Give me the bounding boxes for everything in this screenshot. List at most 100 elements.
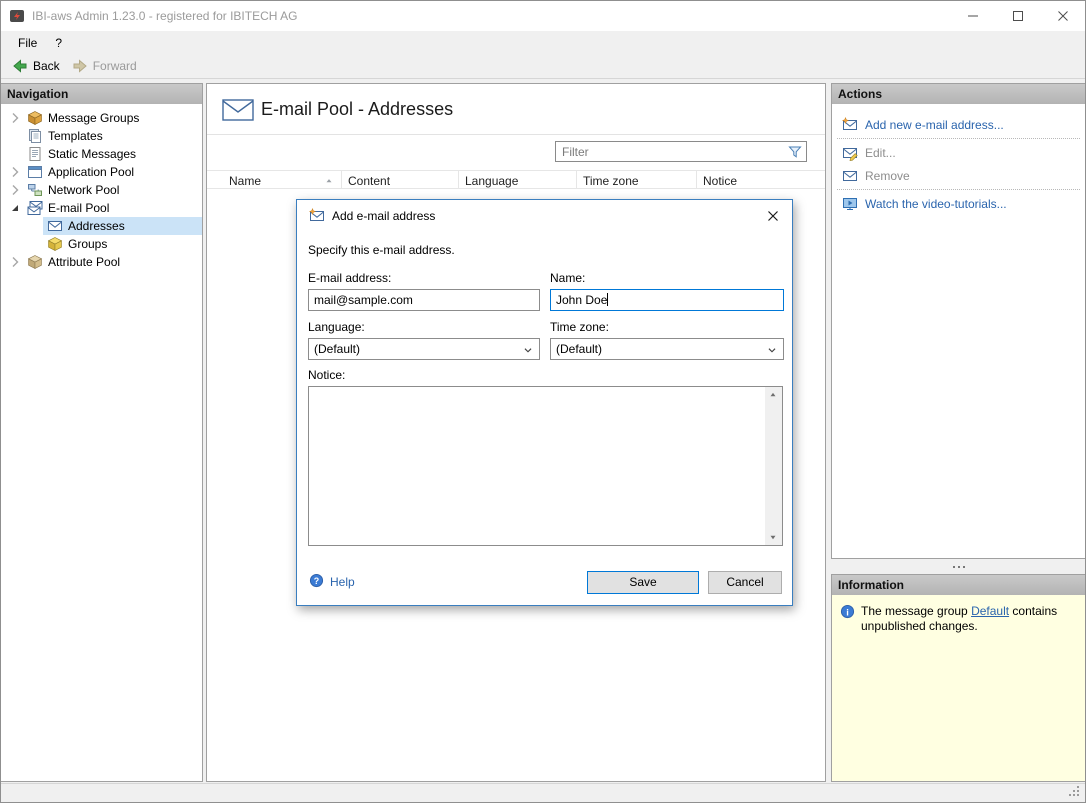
sort-ascending-icon <box>324 176 334 186</box>
chevron-right-icon[interactable] <box>7 164 23 180</box>
information-header: Information <box>832 575 1085 595</box>
window-title: IBI-aws Admin 1.23.0 - registered for IB… <box>32 9 298 23</box>
envelope-large-icon <box>222 97 256 126</box>
application-window-icon <box>27 164 43 180</box>
cube-tan-icon <box>27 254 43 270</box>
chevron-down-icon <box>765 343 779 357</box>
dialog-title: Add e-mail address <box>332 209 436 223</box>
tree-item-static-messages[interactable]: Static Messages <box>1 145 202 163</box>
scrollbar[interactable] <box>765 387 782 545</box>
chevron-down-icon[interactable] <box>7 200 23 216</box>
column-header-language[interactable]: Language <box>459 171 577 188</box>
minimize-button[interactable] <box>950 1 995 31</box>
text-caret <box>607 293 609 306</box>
default-message-group-link[interactable]: Default <box>971 604 1009 618</box>
selected-row-highlight: Addresses <box>43 217 202 235</box>
filter-funnel-icon[interactable] <box>787 144 803 160</box>
envelope-add-icon <box>842 117 858 133</box>
name-field[interactable]: John Doe <box>550 289 784 311</box>
actions-header: Actions <box>832 84 1085 104</box>
chevron-down-icon <box>521 343 535 357</box>
close-button[interactable] <box>1040 1 1085 31</box>
right-panel: Actions Add new e-mail address... Edit..… <box>831 83 1085 782</box>
cube-yellow-icon <box>47 236 63 252</box>
chevron-right-icon[interactable] <box>7 182 23 198</box>
page-title: E-mail Pool - Addresses <box>261 99 454 119</box>
tree-item-attribute-pool[interactable]: Attribute Pool <box>1 253 202 271</box>
scroll-up-icon[interactable] <box>768 390 778 400</box>
video-tutorial-icon <box>842 196 858 212</box>
notice-label: Notice: <box>308 368 346 382</box>
window-controls <box>950 1 1085 31</box>
name-label: Name: <box>550 271 586 285</box>
help-link[interactable]: Help <box>330 575 355 589</box>
add-email-address-dialog: Add e-mail address Specify this e-mail a… <box>296 199 793 606</box>
back-arrow-icon <box>12 58 28 74</box>
maximize-button[interactable] <box>995 1 1040 31</box>
scroll-down-icon[interactable] <box>768 532 778 542</box>
action-remove[interactable]: Remove <box>832 164 1085 187</box>
splitter-dots-icon <box>952 565 955 568</box>
menu-help[interactable]: ? <box>46 33 71 53</box>
chevron-right-icon[interactable] <box>7 254 23 270</box>
tree-item-application-pool[interactable]: Application Pool <box>1 163 202 181</box>
email-address-field[interactable]: mail@sample.com <box>308 289 540 311</box>
dialog-description: Specify this e-mail address. <box>308 243 455 257</box>
envelope-add-icon <box>309 208 325 224</box>
tree-item-addresses[interactable]: Addresses <box>1 217 202 235</box>
information-message: The message group Default contains unpub… <box>861 604 1058 633</box>
save-button[interactable]: Save <box>587 571 699 594</box>
column-header-name[interactable]: Name <box>207 171 342 188</box>
tree-item-templates[interactable]: Templates <box>1 127 202 145</box>
info-icon <box>840 604 855 619</box>
chevron-right-icon[interactable] <box>7 110 23 126</box>
title-bar: IBI-aws Admin 1.23.0 - registered for IB… <box>1 1 1085 31</box>
envelope-edit-icon <box>842 145 858 161</box>
filter-input[interactable] <box>556 142 806 161</box>
menu-file[interactable]: File <box>9 33 46 53</box>
navigation-tree: Message Groups Templates Static Messages <box>1 104 202 271</box>
notice-textarea[interactable] <box>308 386 783 546</box>
help-icon <box>309 573 324 591</box>
table-header: Name Content Language Time zone Notice <box>207 170 825 189</box>
action-edit[interactable]: Edit... <box>832 141 1085 164</box>
forward-button[interactable]: Forward <box>68 56 145 76</box>
tree-item-network-pool[interactable]: Network Pool <box>1 181 202 199</box>
envelope-stack-icon <box>27 200 43 216</box>
tree-item-message-groups[interactable]: Message Groups <box>1 109 202 127</box>
filter-box <box>555 141 807 162</box>
navigation-header: Navigation <box>1 84 202 104</box>
panel-splitter[interactable] <box>831 559 1085 574</box>
action-add-new-email-address[interactable]: Add new e-mail address... <box>832 113 1085 136</box>
main-header: E-mail Pool - Addresses <box>207 84 825 135</box>
back-button[interactable]: Back <box>8 56 68 76</box>
status-bar <box>1 783 1085 802</box>
navigation-panel: Navigation Message Groups Templates Stat… <box>1 83 203 782</box>
envelope-remove-icon <box>842 168 858 184</box>
column-header-notice[interactable]: Notice <box>697 171 825 188</box>
language-dropdown[interactable]: (Default) <box>308 338 540 360</box>
app-window: IBI-aws Admin 1.23.0 - registered for IB… <box>0 0 1086 803</box>
forward-arrow-icon <box>72 58 88 74</box>
dialog-close-button[interactable] <box>765 208 781 224</box>
tree-item-email-pool[interactable]: E-mail Pool <box>1 199 202 217</box>
action-watch-video-tutorials[interactable]: Watch the video-tutorials... <box>832 192 1085 215</box>
tree-item-groups[interactable]: Groups <box>1 235 202 253</box>
cube-orange-icon <box>27 110 43 126</box>
network-icon <box>27 182 43 198</box>
timezone-dropdown[interactable]: (Default) <box>550 338 784 360</box>
static-messages-icon <box>27 146 43 162</box>
envelope-icon <box>47 218 63 234</box>
column-header-content[interactable]: Content <box>342 171 459 188</box>
language-label: Language: <box>308 320 365 334</box>
email-address-label: E-mail address: <box>308 271 392 285</box>
column-header-timezone[interactable]: Time zone <box>577 171 697 188</box>
cancel-button[interactable]: Cancel <box>708 571 782 594</box>
separator <box>837 189 1080 190</box>
separator <box>837 138 1080 139</box>
resize-grip[interactable] <box>1069 786 1081 798</box>
templates-icon <box>27 128 43 144</box>
toolbar: Back Forward <box>1 54 1085 79</box>
timezone-label: Time zone: <box>550 320 609 334</box>
app-icon <box>9 8 25 24</box>
